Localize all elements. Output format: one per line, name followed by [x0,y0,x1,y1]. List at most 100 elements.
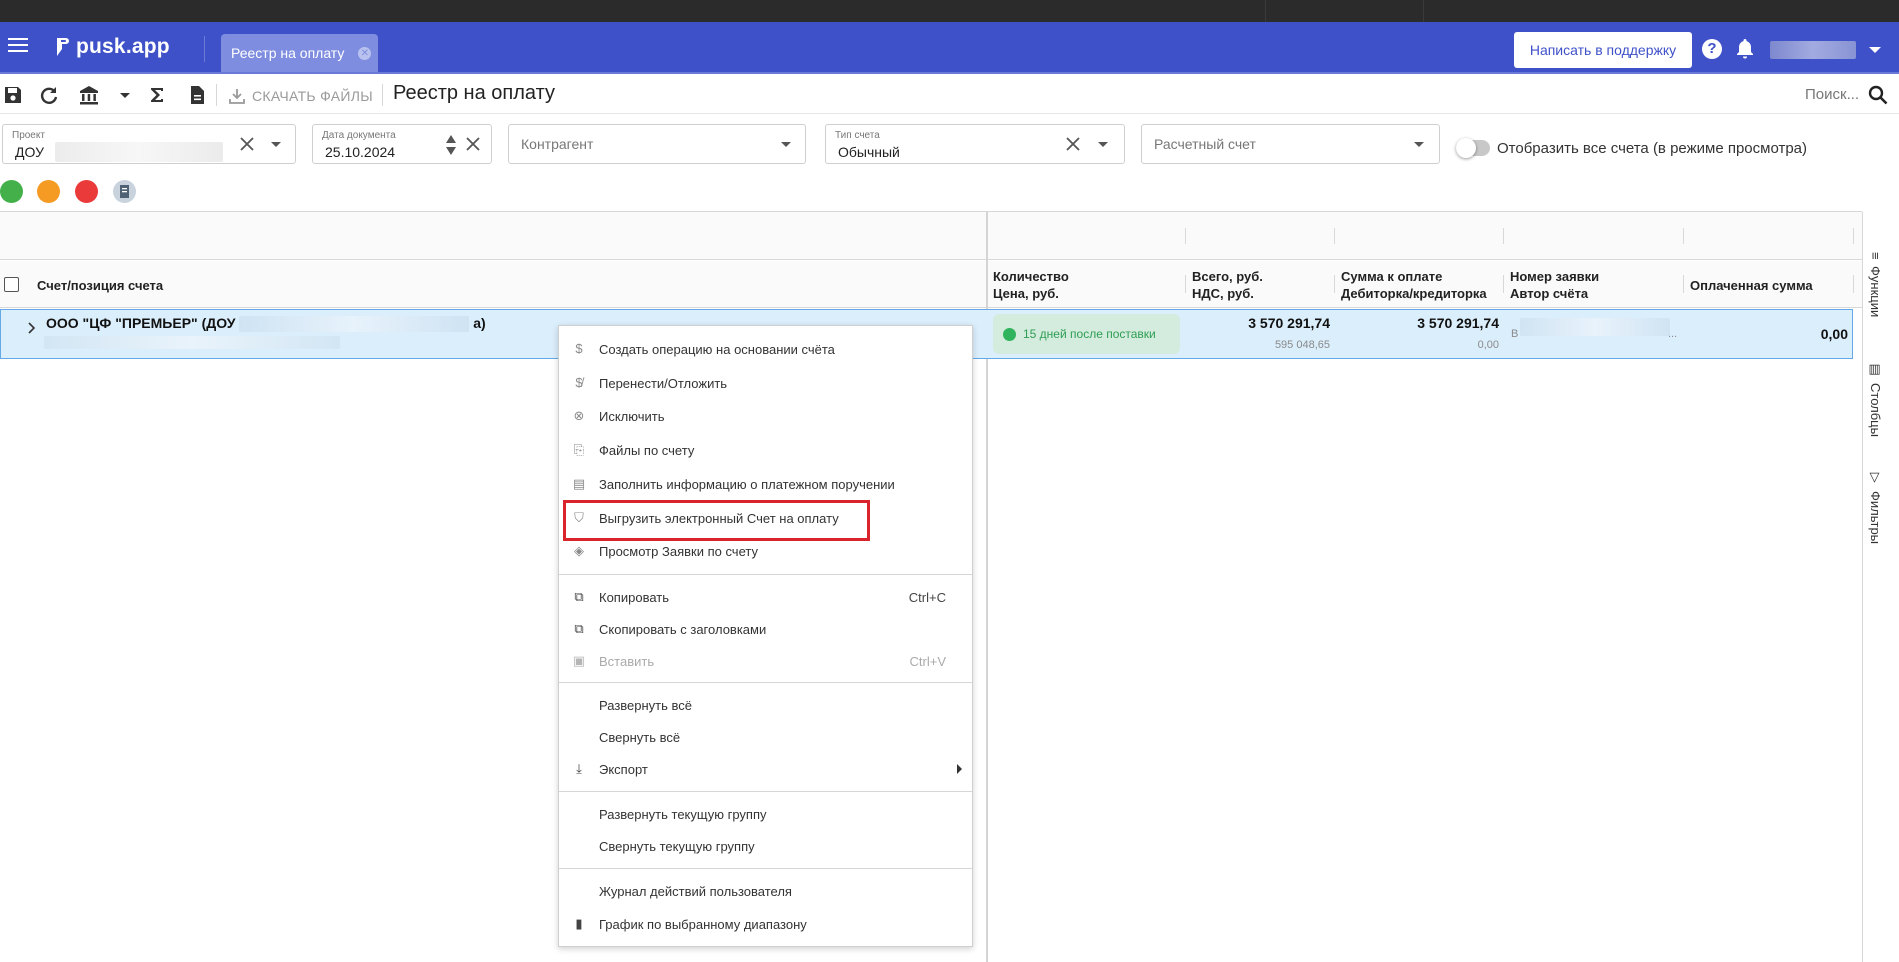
column-header-paid-amount[interactable]: Оплаченная сумма [1690,277,1813,294]
menu-item-copy[interactable]: ⧉ Копировать Ctrl+C [559,583,972,611]
menu-item-files[interactable]: ⎘ Файлы по счету [559,436,972,464]
menu-item-user-action-log[interactable]: Журнал действий пользователя [559,877,972,905]
refresh-icon[interactable] [38,84,60,106]
download-icon [229,89,245,104]
menu-item-view-request[interactable]: ◈ Просмотр Заявки по счету [559,537,972,565]
expand-row-chevron-right-icon[interactable] [27,321,37,335]
document-date-field[interactable]: Дата документа 25.10.2024 [312,124,492,164]
bank-account-placeholder: Расчетный счет [1154,136,1256,152]
column-header-total[interactable]: Всего, руб. НДС, руб. [1192,268,1263,302]
dollar-icon: $ [575,341,583,356]
menu-item-collapse-current-group[interactable]: Свернуть текущую группу [559,832,972,860]
bank-dropdown-chevron-down-icon[interactable] [114,84,136,106]
project-label: Проект [12,130,45,141]
menu-item-create-operation[interactable]: $ Создать операцию на основании счёта [559,335,972,363]
app-header: pusk.app Реестр на оплату ✕ Написать в п… [0,22,1899,74]
sum-icon[interactable] [146,84,168,106]
document-date-value: 25.10.2024 [325,144,396,160]
os-strip-divider [1265,0,1266,22]
column-header-amount-to-pay[interactable]: Сумма к оплате Дебиторка/кредиторка [1341,268,1487,302]
download-icon: ⤓ [576,761,582,776]
menu-item-chart-selected-range[interactable]: ▮ График по выбранному диапазону [559,910,972,938]
select-all-checkbox[interactable] [4,277,19,292]
copy-icon: ⧉ [574,621,584,636]
menu-separator [559,682,972,683]
menu-item-expand-all[interactable]: Развернуть всё [559,691,972,719]
search-input[interactable]: Поиск... [1805,86,1859,103]
status-filter-green[interactable] [0,180,23,203]
column-header-request-number[interactable]: Номер заявки Автор счёта [1510,268,1599,302]
status-filter-orange[interactable] [37,180,60,203]
list-icon: ≡ [1868,252,1883,260]
download-files-label: СКАЧАТЬ ФАЙЛЫ [252,88,373,104]
printer-icon: ▤ [572,476,586,491]
help-icon[interactable]: ? [1702,39,1722,59]
counterparty-placeholder: Контрагент [521,136,594,152]
invoice-type-field[interactable]: Тип счета Обычный [825,124,1125,164]
bank-account-field[interactable]: Расчетный счет [1141,124,1440,164]
menu-item-collapse-all[interactable]: Свернуть всё [559,723,972,751]
menu-item-postpone[interactable]: $̸ Перенести/Отложить [559,369,972,397]
toolbar: СКАЧАТЬ ФАЙЛЫ Реестр на оплату Поиск... [0,76,1899,114]
status-filter-printer-icon[interactable] [113,180,136,203]
document-icon[interactable] [186,84,208,106]
header-line: НДС, руб. [1192,286,1254,301]
search-icon[interactable] [1867,84,1889,106]
date-stepper-icon[interactable] [445,132,457,158]
debt-amount: 0,00 [1477,339,1499,351]
invoice-type-chevron-down-icon[interactable] [1098,142,1108,147]
menu-item-label: Вставить [599,654,655,669]
bank-account-chevron-down-icon[interactable] [1414,142,1424,147]
support-button[interactable]: Написать в поддержку [1514,32,1692,68]
side-tab-functions[interactable]: ≡ Функции [1868,252,1883,317]
header-col-divider [1334,275,1335,293]
menu-item-export-electronic-invoice[interactable]: ⛉ Выгрузить электронный Счет на оплату [559,504,972,532]
app-logo[interactable]: pusk.app [54,35,170,59]
column-header-invoice[interactable]: Счет/позиция счета [37,277,163,294]
tab-payment-registry[interactable]: Реестр на оплату ✕ [221,34,378,72]
bank-icon[interactable] [78,84,100,106]
show-all-toggle-label: Отобразить все счета (в режиме просмотра… [1497,140,1808,157]
project-value: ДОУ [15,144,44,160]
context-menu: $ Создать операцию на основании счёта $̸… [558,325,973,947]
download-files-button[interactable]: СКАЧАТЬ ФАЙЛЫ [228,85,373,107]
menu-item-label: Развернуть всё [599,698,693,713]
hamburger-menu-icon[interactable] [8,38,28,56]
invoice-counterparty-name: ООО "ЦФ "ПРЕМЬЕР" (ДОУ а) [46,315,486,333]
menu-item-fill-payment-order[interactable]: ▤ Заполнить информацию о платежном поруч… [559,470,972,498]
project-field[interactable]: Проект ДОУ [2,124,296,164]
user-menu-chevron-down-icon[interactable] [1869,47,1881,53]
menu-item-label: Выгрузить электронный Счет на оплату [599,511,839,526]
status-badge[interactable]: 15 дней после поставки [993,314,1180,354]
side-tab-columns[interactable]: ▥ Столбцы [1868,362,1883,437]
request-author-ellipsis: ... [1668,328,1678,340]
menu-item-export[interactable]: ⤓ Экспорт [559,755,972,783]
menu-item-label: Свернуть текущую группу [599,839,755,854]
tab-close-icon[interactable]: ✕ [358,46,372,60]
header-col-divider [1503,275,1504,293]
clear-invoice-type-close-icon[interactable] [1064,135,1082,153]
side-tab-filters[interactable]: ▽ Фильтры [1868,470,1883,544]
column-header-quantity[interactable]: Количество Цена, руб. [993,268,1069,302]
side-tab-filters-label: Фильтры [1868,491,1883,545]
status-filter-red[interactable] [75,180,98,203]
counterparty-chevron-down-icon[interactable] [781,142,791,147]
clear-date-close-icon[interactable] [464,135,482,153]
menu-item-copy-with-headers[interactable]: ⧉ Скопировать с заголовками [559,615,972,643]
toggle-knob [1456,138,1476,158]
clear-project-close-icon[interactable] [238,135,256,153]
menu-item-exclude[interactable]: ⊗ Исключить [559,402,972,430]
project-chevron-down-icon[interactable] [271,142,281,147]
menu-item-expand-current-group[interactable]: Развернуть текущую группу [559,800,972,828]
columns-icon: ▥ [1868,362,1883,377]
os-title-strip [0,0,1899,22]
menu-item-label: Развернуть текущую группу [599,807,767,822]
logo-mark-icon [57,38,69,56]
save-icon[interactable] [2,84,24,106]
menu-item-label: Копировать [599,590,669,605]
show-all-toggle[interactable] [1456,138,1490,158]
counterparty-field[interactable]: Контрагент [508,124,806,164]
user-avatar-name[interactable] [1770,41,1856,59]
bell-icon[interactable] [1736,37,1754,59]
menu-item-shortcut: Ctrl+C [908,590,946,605]
